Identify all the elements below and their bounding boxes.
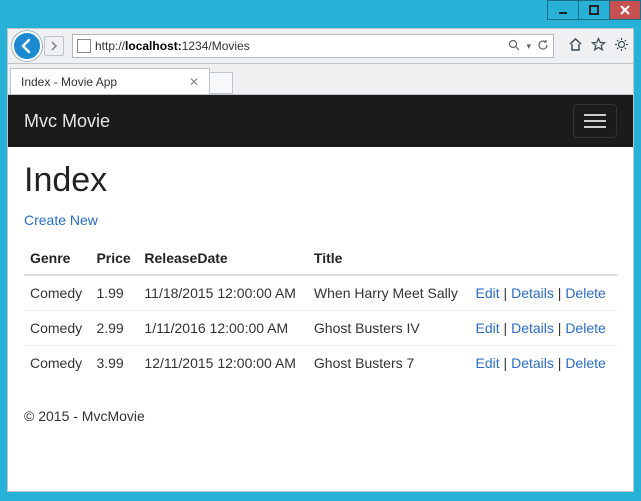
page-title: Index bbox=[24, 161, 617, 200]
details-link[interactable]: Details bbox=[511, 355, 554, 371]
cell-price: 1.99 bbox=[90, 275, 138, 311]
create-new-link[interactable]: Create New bbox=[24, 212, 98, 228]
table-row: Comedy3.9912/11/2015 12:00:00 AMGhost Bu… bbox=[24, 346, 617, 381]
tab-title: Index - Movie App bbox=[21, 75, 117, 89]
movies-table: Genre Price ReleaseDate Title Comedy1.99… bbox=[24, 242, 617, 380]
page-icon bbox=[77, 39, 91, 53]
refresh-icon[interactable] bbox=[537, 39, 549, 54]
forward-button[interactable] bbox=[44, 36, 64, 56]
page-viewport: Mvc Movie Index Create New Genre Price R… bbox=[7, 94, 634, 492]
app-navbar: Mvc Movie bbox=[8, 95, 633, 147]
back-button[interactable] bbox=[12, 31, 42, 61]
table-row: Comedy2.991/11/2016 12:00:00 AMGhost Bus… bbox=[24, 311, 617, 346]
cell-genre: Comedy bbox=[24, 275, 90, 311]
browser-tab[interactable]: Index - Movie App ✕ bbox=[10, 68, 210, 94]
cell-price: 3.99 bbox=[90, 346, 138, 381]
delete-link[interactable]: Delete bbox=[565, 285, 605, 301]
hamburger-icon bbox=[584, 120, 606, 122]
window-titlebar bbox=[0, 0, 641, 28]
cell-release: 1/11/2016 12:00:00 AM bbox=[138, 311, 308, 346]
cell-price: 2.99 bbox=[90, 311, 138, 346]
delete-link[interactable]: Delete bbox=[565, 320, 605, 336]
table-header-row: Genre Price ReleaseDate Title bbox=[24, 242, 617, 275]
browser-toolbar: http://localhost:1234/Movies ▾ bbox=[7, 28, 634, 64]
col-title: Title bbox=[308, 242, 470, 275]
home-icon[interactable] bbox=[568, 37, 583, 55]
favorites-icon[interactable] bbox=[591, 37, 606, 55]
address-bar[interactable]: http://localhost:1234/Movies ▾ bbox=[72, 34, 554, 58]
col-genre: Genre bbox=[24, 242, 90, 275]
cell-genre: Comedy bbox=[24, 346, 90, 381]
col-actions bbox=[470, 242, 617, 275]
details-link[interactable]: Details bbox=[511, 320, 554, 336]
edit-link[interactable]: Edit bbox=[476, 355, 500, 371]
cell-genre: Comedy bbox=[24, 311, 90, 346]
cell-release: 11/18/2015 12:00:00 AM bbox=[138, 275, 308, 311]
window-maximize-button[interactable] bbox=[578, 0, 610, 20]
browser-tabstrip: Index - Movie App ✕ bbox=[7, 64, 634, 94]
search-icon[interactable] bbox=[508, 39, 520, 54]
cell-actions: Edit | Details | Delete bbox=[470, 311, 617, 346]
cell-title: When Harry Meet Sally bbox=[308, 275, 470, 311]
cell-release: 12/11/2015 12:00:00 AM bbox=[138, 346, 308, 381]
tools-icon[interactable] bbox=[614, 37, 629, 55]
page-footer: © 2015 - MvcMovie bbox=[24, 408, 617, 424]
cell-actions: Edit | Details | Delete bbox=[470, 275, 617, 311]
address-text: http://localhost:1234/Movies bbox=[95, 39, 508, 53]
cell-title: Ghost Busters 7 bbox=[308, 346, 470, 381]
edit-link[interactable]: Edit bbox=[476, 285, 500, 301]
delete-link[interactable]: Delete bbox=[565, 355, 605, 371]
menu-toggle-button[interactable] bbox=[573, 104, 617, 138]
cell-title: Ghost Busters IV bbox=[308, 311, 470, 346]
edit-link[interactable]: Edit bbox=[476, 320, 500, 336]
tab-close-icon[interactable]: ✕ bbox=[179, 75, 199, 89]
col-price: Price bbox=[90, 242, 138, 275]
new-tab-button[interactable] bbox=[209, 72, 233, 94]
table-row: Comedy1.9911/18/2015 12:00:00 AMWhen Har… bbox=[24, 275, 617, 311]
details-link[interactable]: Details bbox=[511, 285, 554, 301]
window-close-button[interactable] bbox=[609, 0, 641, 20]
cell-actions: Edit | Details | Delete bbox=[470, 346, 617, 381]
search-dropdown-icon[interactable]: ▾ bbox=[526, 41, 531, 52]
col-release: ReleaseDate bbox=[138, 242, 308, 275]
app-brand[interactable]: Mvc Movie bbox=[24, 111, 110, 132]
window-minimize-button[interactable] bbox=[547, 0, 579, 20]
